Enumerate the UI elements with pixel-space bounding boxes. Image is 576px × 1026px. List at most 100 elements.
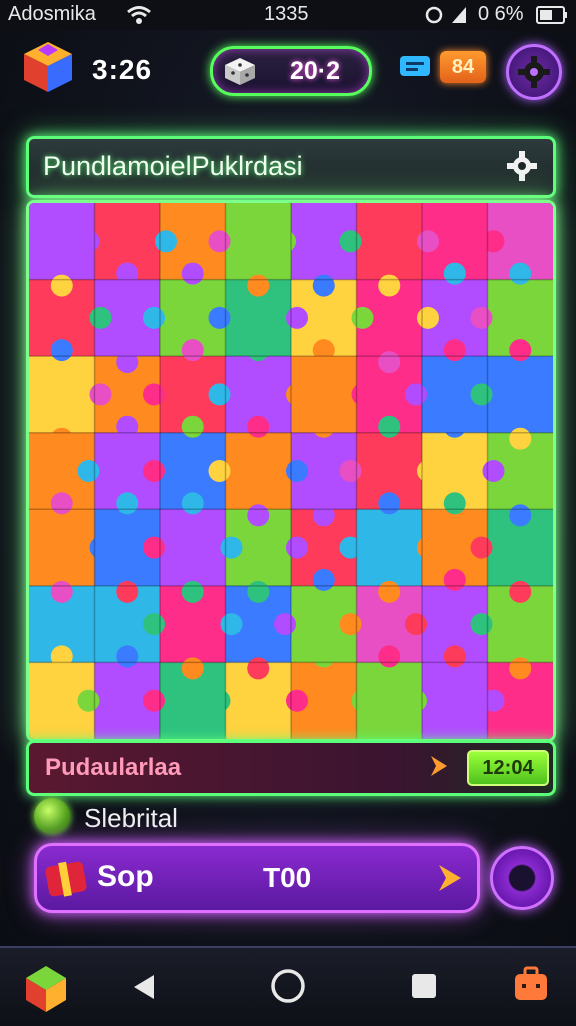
ring-button[interactable] <box>490 846 554 910</box>
puzzle-knob <box>286 306 308 329</box>
puzzle-title: PundlamoielPuklrdasi <box>43 151 303 181</box>
puzzle-knob <box>247 415 270 438</box>
puzzle-knob <box>208 306 231 329</box>
puzzle-knob <box>50 274 73 297</box>
battery-percent: 0 6% <box>478 3 524 25</box>
puzzle-knob <box>247 339 270 362</box>
badge-value: 84 <box>451 56 475 78</box>
puzzle-knob <box>405 383 427 406</box>
back-triangle-icon[interactable] <box>130 972 158 1002</box>
puzzle-knob <box>312 339 335 362</box>
puzzle-knob <box>247 657 270 680</box>
puzzle-knob <box>378 351 401 374</box>
puzzle-knob <box>417 536 439 559</box>
puzzle-knob <box>77 613 100 636</box>
score-value: 20·2 <box>289 57 341 85</box>
navigation-bar <box>0 946 576 1026</box>
puzzle-knob <box>378 415 401 438</box>
puzzle-knob <box>143 460 165 482</box>
puzzle-piece[interactable] <box>29 509 95 587</box>
puzzle-knob <box>143 536 165 559</box>
puzzle-knob <box>509 504 532 527</box>
powerup-icon[interactable] <box>34 798 70 834</box>
puzzle-knob <box>181 492 204 515</box>
puzzle-knob <box>339 536 362 559</box>
puzzle-knob <box>116 492 139 515</box>
puzzle-knob <box>405 613 427 636</box>
puzzle-knob <box>77 689 100 712</box>
puzzle-title-bar: PundlamoielPuklrdasi <box>26 136 556 198</box>
action-value: T00 <box>263 862 312 893</box>
puzzle-knob <box>77 230 100 253</box>
puzzle-knob <box>312 415 335 438</box>
puzzle-knob <box>443 492 466 515</box>
recent-square-icon[interactable] <box>410 972 438 1000</box>
puzzle-knob <box>181 580 204 603</box>
puzzle-knob <box>443 415 466 438</box>
badge[interactable]: 84 <box>440 51 486 83</box>
puzzle-knob <box>50 492 73 515</box>
puzzle-knob <box>286 460 308 482</box>
puzzle-knob <box>509 580 532 603</box>
puzzle-knob <box>247 504 270 527</box>
puzzle-board[interactable] <box>26 200 556 742</box>
puzzle-grid[interactable] <box>29 203 553 739</box>
puzzle-knob <box>247 580 270 603</box>
puzzle-knob <box>274 230 296 253</box>
puzzle-knob <box>50 339 73 362</box>
puzzle-knob <box>378 580 401 603</box>
puzzle-knob <box>351 383 374 406</box>
puzzle-knob <box>482 460 505 482</box>
puzzle-knob <box>181 262 204 285</box>
puzzle-knob <box>312 568 335 591</box>
puzzle-box-icon[interactable] <box>20 962 72 1014</box>
puzzle-knob <box>509 427 532 450</box>
home-circle-icon[interactable] <box>270 968 306 1004</box>
puzzle-knob <box>509 339 532 362</box>
puzzle-knob <box>509 657 532 680</box>
puzzle-knob <box>50 427 73 450</box>
puzzle-knob <box>286 536 308 559</box>
action-bar[interactable]: Sop T00 <box>34 843 480 913</box>
puzzle-box-logo-icon[interactable] <box>20 38 76 96</box>
puzzle-knob <box>470 306 493 329</box>
arrow-right-icon <box>439 865 461 891</box>
puzzle-knob <box>274 613 296 636</box>
puzzle-knob <box>482 689 505 712</box>
puzzle-knob <box>116 351 139 374</box>
puzzle-piece[interactable] <box>356 203 423 281</box>
puzzle-piece[interactable] <box>356 509 423 587</box>
puzzle-knob <box>220 613 243 636</box>
puzzle-knob <box>181 339 204 362</box>
puzzle-knob <box>443 645 466 668</box>
puzzle-piece[interactable] <box>225 432 292 510</box>
puzzle-knob <box>116 580 139 603</box>
puzzle-piece[interactable] <box>422 662 488 739</box>
puzzle-knob <box>470 383 493 406</box>
action-label: Sop <box>97 860 154 893</box>
signal-icon <box>452 7 466 23</box>
puzzle-knob <box>351 689 374 712</box>
puzzle-piece[interactable] <box>29 356 95 434</box>
puzzle-knob <box>417 460 439 482</box>
timer-label: 3:26 <box>92 54 153 85</box>
puzzle-knob <box>181 415 204 438</box>
toolbox-icon[interactable] <box>512 966 550 1004</box>
puzzle-knob <box>378 274 401 297</box>
settings-button[interactable] <box>506 44 562 100</box>
gear-icon[interactable] <box>507 151 537 181</box>
clock-label: 1335 <box>264 3 309 25</box>
chat-bubble-icon[interactable] <box>398 52 432 82</box>
progress-time: 12:04 <box>482 757 534 779</box>
puzzle-piece[interactable] <box>487 356 554 434</box>
dice-icon <box>225 58 255 85</box>
puzzle-knob <box>89 536 112 559</box>
progress-timer-badge: 12:04 <box>467 750 549 786</box>
puzzle-knob <box>339 230 362 253</box>
puzzle-piece[interactable] <box>160 509 226 587</box>
puzzle-knob <box>89 383 112 406</box>
puzzle-knob <box>405 689 427 712</box>
puzzle-knob <box>312 645 335 668</box>
puzzle-knob <box>208 383 231 406</box>
puzzle-knob <box>482 230 505 253</box>
